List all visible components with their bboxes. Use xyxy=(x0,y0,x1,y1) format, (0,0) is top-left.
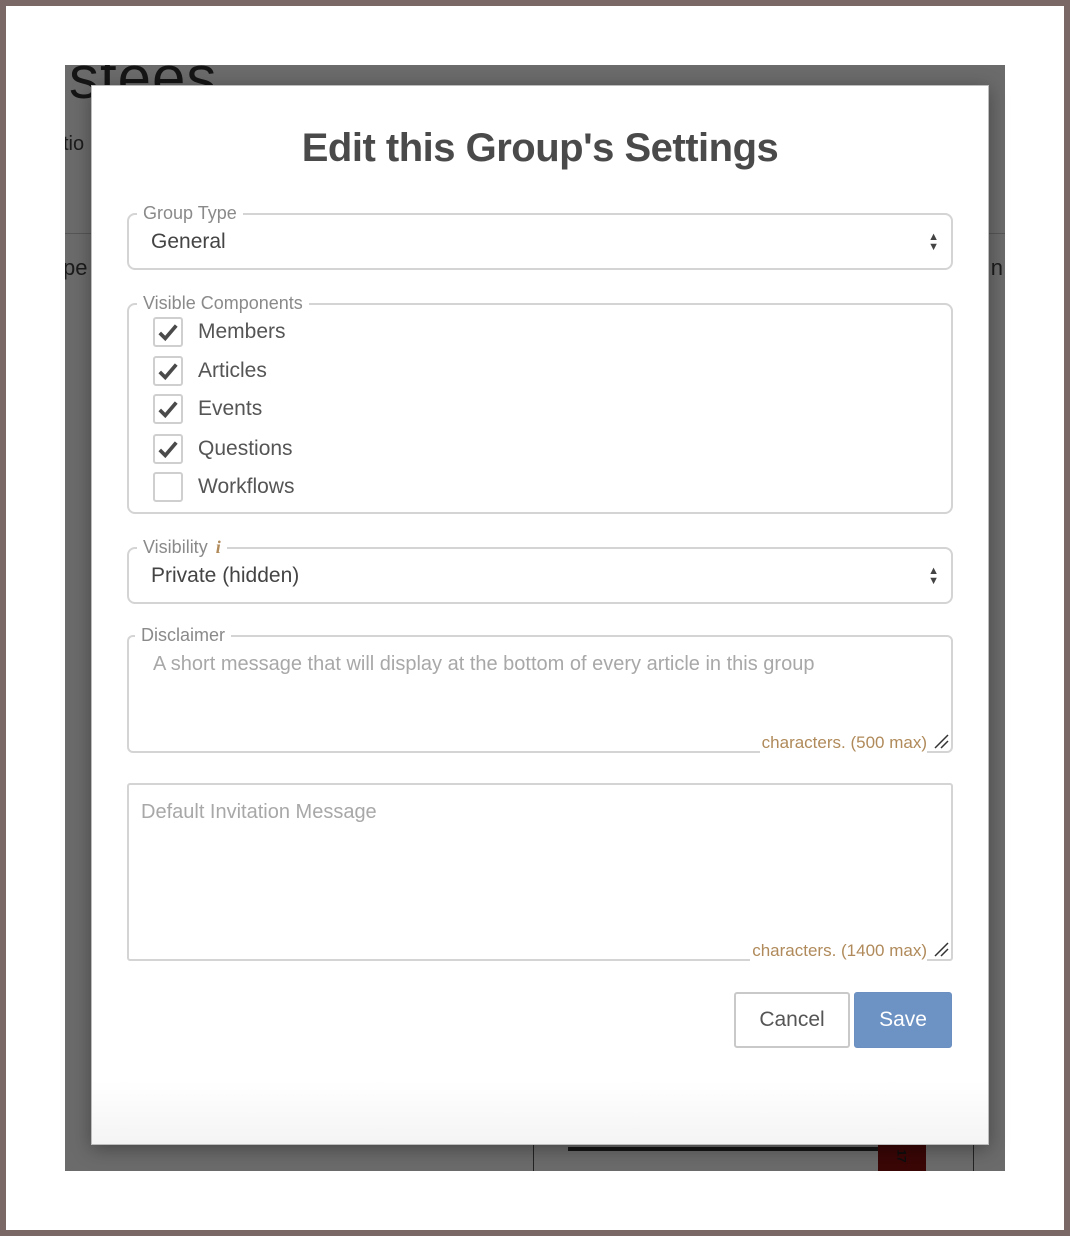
disclaimer-label: Disclaimer xyxy=(135,624,232,646)
select-arrows-icon: ▲ ▼ xyxy=(928,564,939,587)
invitation-message-placeholder: Default Invitation Message xyxy=(141,801,377,823)
checkmark-icon xyxy=(158,401,178,419)
questions-label: Questions xyxy=(198,437,293,460)
disclaimer-placeholder: A short message that will display at the… xyxy=(153,653,815,675)
cancel-button[interactable]: Cancel xyxy=(734,992,850,1048)
component-members[interactable]: Members xyxy=(153,317,286,347)
component-events[interactable]: Events xyxy=(153,394,262,424)
component-questions[interactable]: Questions xyxy=(153,434,293,464)
invitation-message-textarea[interactable]: Default Invitation Message characters. (… xyxy=(127,783,953,961)
component-workflows[interactable]: Workflows xyxy=(153,472,294,502)
articles-label: Articles xyxy=(198,359,267,382)
questions-checkbox[interactable] xyxy=(153,434,183,464)
group-type-value: General xyxy=(151,229,226,253)
checkmark-icon xyxy=(158,441,178,459)
disclaimer-character-counter: characters. (500 max) xyxy=(759,733,927,753)
events-checkbox[interactable] xyxy=(153,394,183,424)
visibility-select[interactable]: Visibility i Private (hidden) ▲ ▼ xyxy=(127,536,953,604)
resize-handle-icon[interactable] xyxy=(933,941,949,957)
group-settings-modal: Edit this Group's Settings Group Type Ge… xyxy=(91,85,989,1145)
visibility-value: Private (hidden) xyxy=(151,563,300,587)
group-type-select[interactable]: Group Type General ▲ ▼ xyxy=(127,202,953,270)
disclaimer-textarea[interactable]: Disclaimer A short message that will dis… xyxy=(127,624,953,753)
modal-title: Edit this Group's Settings xyxy=(301,126,779,170)
members-checkbox[interactable] xyxy=(153,317,183,347)
component-articles[interactable]: Articles xyxy=(153,356,267,386)
events-label: Events xyxy=(198,397,263,420)
workflows-checkbox[interactable] xyxy=(153,472,183,502)
visible-components-label: Visible Components xyxy=(137,292,309,314)
resize-handle-icon[interactable] xyxy=(933,733,949,749)
select-arrows-icon: ▲ ▼ xyxy=(928,230,939,253)
articles-checkbox[interactable] xyxy=(153,356,183,386)
invitation-character-counter: characters. (1400 max) xyxy=(750,941,927,961)
checkmark-icon xyxy=(158,363,178,381)
save-button[interactable]: Save xyxy=(854,992,952,1048)
members-label: Members xyxy=(198,320,286,343)
checkmark-icon xyxy=(158,324,178,342)
workflows-label: Workflows xyxy=(198,475,295,498)
visible-components-group: Visible Components Members Articles Even… xyxy=(127,292,953,514)
